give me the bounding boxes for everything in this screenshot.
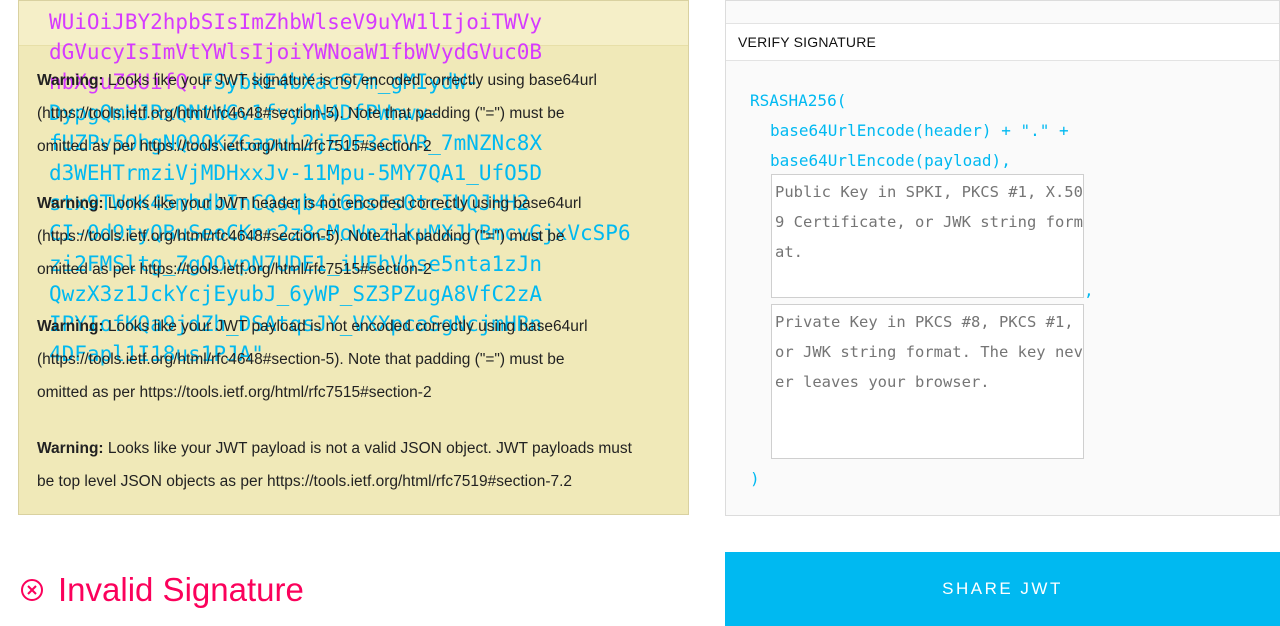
warning-line: (https://tools.ietf.org/html/rfc4648#sec… xyxy=(37,105,565,122)
token-signature-line: d3WEHTrmziVjMDHxxJv-11Mpu-5MY7QA1_UfO5D xyxy=(49,161,543,186)
warning-label: Warning: xyxy=(37,440,104,457)
warning-line: Warning: Looks like your JWT payload is … xyxy=(37,310,677,343)
warning-label: Warning: xyxy=(37,318,104,335)
warning-payload-json: Warning: Looks like your JWT payload is … xyxy=(37,432,677,498)
warning-payload-encoding: Warning: Looks like your JWT payload is … xyxy=(37,310,677,409)
warning-line: omitted as per https://tools.ietf.org/ht… xyxy=(37,261,432,278)
warning-line: be top level JSON objects as per https:/… xyxy=(37,473,573,490)
token-payload-line: WUiOiJBY2hpbSIsImZhbWlseV9uYW1lIjoiTWVy xyxy=(49,10,543,34)
algorithm-label: RSASHA256( xyxy=(750,91,847,110)
header-expression: base64UrlEncode(header) + "." + xyxy=(770,121,1069,140)
payload-expression: base64UrlEncode(payload), xyxy=(770,151,1011,170)
warning-text: Looks like your JWT header is not encode… xyxy=(103,195,582,212)
warning-signature-encoding: Warning: Looks like your JWT signature i… xyxy=(37,64,677,163)
comma-separator: , xyxy=(1084,281,1094,300)
public-key-input[interactable] xyxy=(771,174,1084,298)
warning-text: Looks like your JWT payload is not encod… xyxy=(103,318,588,335)
warning-text: Looks like your JWT signature is not enc… xyxy=(103,72,597,89)
warning-line: omitted as per https://tools.ietf.org/ht… xyxy=(37,384,432,401)
share-jwt-button[interactable]: SHARE JWT xyxy=(725,552,1280,626)
warning-line: Warning: Looks like your JWT payload is … xyxy=(37,432,677,465)
verify-signature-header: VERIFY SIGNATURE xyxy=(726,23,1279,61)
x-circle-icon xyxy=(21,579,43,601)
warning-label: Warning: xyxy=(37,195,104,212)
token-payload-line: dGVucyIsImVtYWlsIjoiYWNoaW1fbWVydGVuc0B xyxy=(49,40,543,65)
verify-signature-panel: VERIFY SIGNATURE RSASHA256( base64UrlEnc… xyxy=(725,0,1280,516)
closing-paren: ) xyxy=(750,469,760,488)
warning-line: (https://tools.ietf.org/html/rfc4648#sec… xyxy=(37,351,565,368)
signature-status: Invalid Signature xyxy=(20,570,304,610)
status-text: Invalid Signature xyxy=(58,571,304,608)
warning-line: Warning: Looks like your JWT signature i… xyxy=(37,64,677,97)
warning-line: (https://tools.ietf.org/html/rfc4648#sec… xyxy=(37,228,565,245)
warning-line: omitted as per https://tools.ietf.org/ht… xyxy=(37,138,432,155)
warning-header-encoding: Warning: Looks like your JWT header is n… xyxy=(37,187,677,286)
warning-line: Warning: Looks like your JWT header is n… xyxy=(37,187,677,220)
warning-label: Warning: xyxy=(37,72,104,89)
verify-signature-title: VERIFY SIGNATURE xyxy=(738,34,877,50)
encoded-panel[interactable]: WUiOiJBY2hpbSIsImZhbWlseV9uYW1lIjoiTWVy … xyxy=(18,0,689,515)
warning-text: Looks like your JWT payload is not a val… xyxy=(103,440,632,457)
private-key-input[interactable] xyxy=(771,304,1084,459)
